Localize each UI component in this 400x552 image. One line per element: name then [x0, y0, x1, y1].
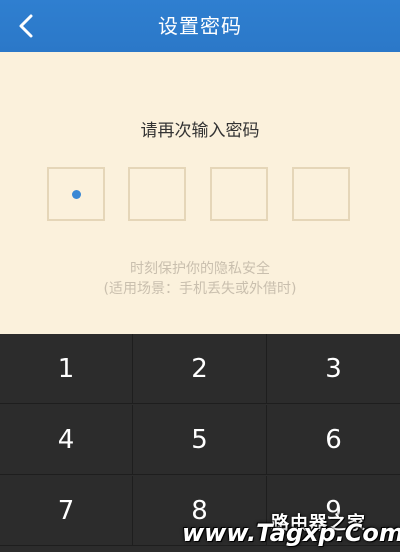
pin-boxes [0, 167, 400, 225]
key-1[interactable]: 1 [0, 334, 133, 404]
key-8[interactable]: 8 [133, 476, 267, 546]
app-root: 设置密码 请再次输入密码 时刻保护你的隐私安全 (适用场景：手机丢失或外借时) … [0, 0, 400, 552]
key-4[interactable]: 4 [0, 405, 133, 475]
key-3[interactable]: 3 [267, 334, 400, 404]
key-5[interactable]: 5 [133, 405, 267, 475]
privacy-hint: 时刻保护你的隐私安全 [130, 261, 270, 277]
back-button[interactable] [0, 0, 52, 52]
pin-box-3 [210, 167, 268, 221]
pin-filled-dot [71, 189, 81, 199]
pin-prompt: 请再次输入密码 [140, 121, 260, 141]
pin-box-2 [128, 167, 186, 221]
pin-box-1 [47, 167, 105, 221]
key-9[interactable]: 9 [267, 476, 400, 546]
page-title: 设置密码 [158, 14, 242, 38]
pin-box-4 [292, 167, 350, 221]
pin-entry-panel: 请再次输入密码 时刻保护你的隐私安全 (适用场景：手机丢失或外借时) [0, 52, 400, 334]
key-6[interactable]: 6 [267, 405, 400, 475]
chevron-left-icon [17, 13, 35, 39]
usage-hint: (适用场景：手机丢失或外借时) [103, 281, 297, 297]
key-2[interactable]: 2 [133, 334, 267, 404]
key-7[interactable]: 7 [0, 476, 133, 546]
top-bar: 设置密码 [0, 0, 400, 52]
number-keypad: 1 2 3 4 5 6 7 8 9 [0, 334, 400, 552]
